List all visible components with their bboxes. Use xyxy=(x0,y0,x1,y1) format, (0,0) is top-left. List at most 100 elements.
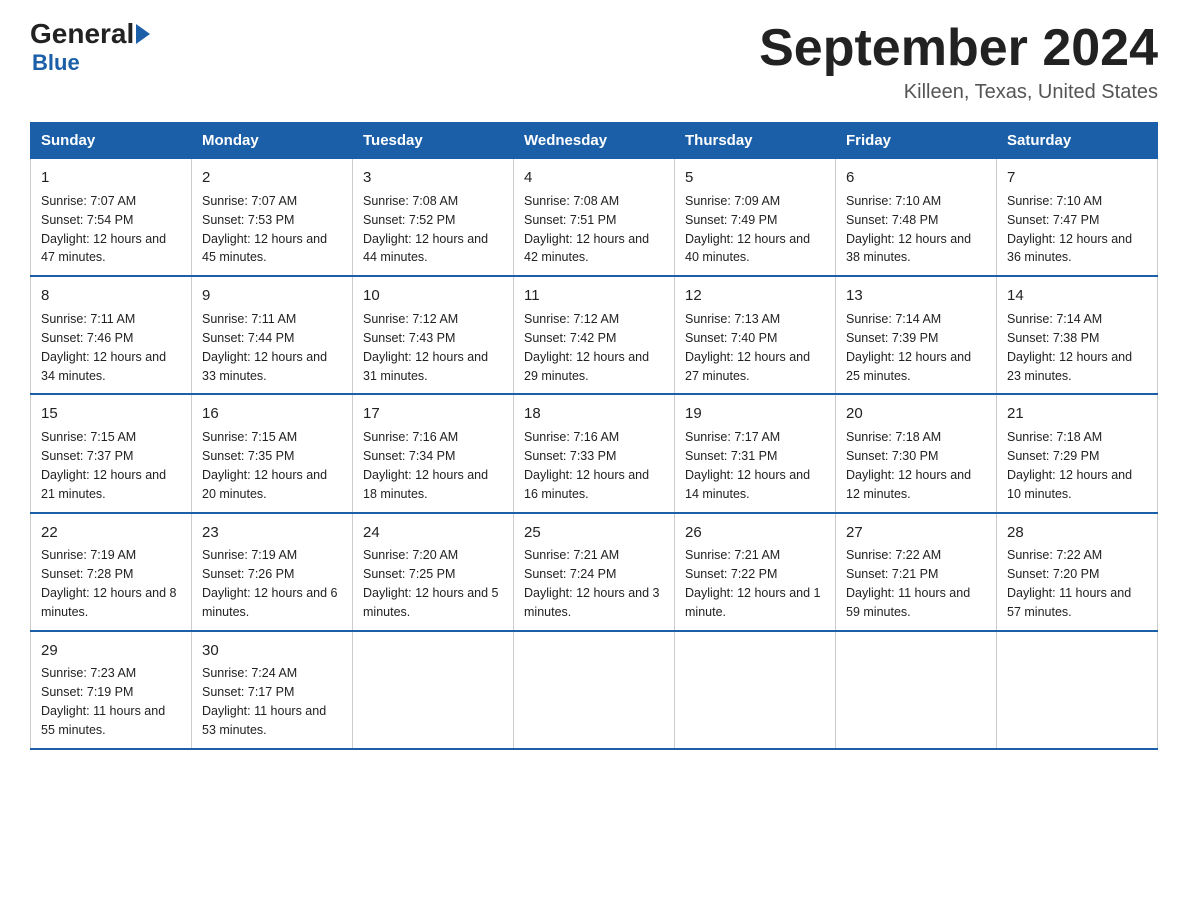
day-number: 22 xyxy=(41,522,181,544)
day-header-row: SundayMondayTuesdayWednesdayThursdayFrid… xyxy=(31,123,1158,159)
logo-blue: Blue xyxy=(32,50,80,76)
day-info: Sunrise: 7:19 AMSunset: 7:28 PMDaylight:… xyxy=(41,548,177,619)
calendar-cell: 20 Sunrise: 7:18 AMSunset: 7:30 PMDayligh… xyxy=(836,394,997,512)
calendar-cell: 18 Sunrise: 7:16 AMSunset: 7:33 PMDayligh… xyxy=(514,394,675,512)
calendar-title: September 2024 xyxy=(759,20,1158,77)
calendar-cell: 17 Sunrise: 7:16 AMSunset: 7:34 PMDayligh… xyxy=(353,394,514,512)
day-number: 29 xyxy=(41,640,181,662)
calendar-cell: 7 Sunrise: 7:10 AMSunset: 7:47 PMDaylight… xyxy=(997,159,1158,277)
day-number: 20 xyxy=(846,403,986,425)
day-number: 13 xyxy=(846,285,986,307)
calendar-cell xyxy=(836,631,997,749)
calendar-header: SundayMondayTuesdayWednesdayThursdayFrid… xyxy=(31,123,1158,159)
day-number: 15 xyxy=(41,403,181,425)
day-info: Sunrise: 7:14 AMSunset: 7:38 PMDaylight:… xyxy=(1007,312,1132,383)
calendar-week-row: 1Sunrise: 7:07 AMSunset: 7:54 PMDaylight… xyxy=(31,159,1158,277)
calendar-week-row: 15Sunrise: 7:15 AMSunset: 7:37 PMDayligh… xyxy=(31,394,1158,512)
calendar-location: Killeen, Texas, United States xyxy=(759,81,1158,104)
day-info: Sunrise: 7:08 AMSunset: 7:51 PMDaylight:… xyxy=(524,194,649,265)
calendar-cell: 11 Sunrise: 7:12 AMSunset: 7:42 PMDayligh… xyxy=(514,276,675,394)
day-info: Sunrise: 7:24 AMSunset: 7:17 PMDaylight:… xyxy=(202,666,326,737)
calendar-week-row: 22 Sunrise: 7:19 AMSunset: 7:28 PMDayligh… xyxy=(31,513,1158,631)
calendar-cell: 10Sunrise: 7:12 AMSunset: 7:43 PMDayligh… xyxy=(353,276,514,394)
calendar-cell: 2Sunrise: 7:07 AMSunset: 7:53 PMDaylight… xyxy=(192,159,353,277)
day-header-sunday: Sunday xyxy=(31,123,192,159)
calendar-cell: 23 Sunrise: 7:19 AMSunset: 7:26 PMDayligh… xyxy=(192,513,353,631)
calendar-body: 1Sunrise: 7:07 AMSunset: 7:54 PMDaylight… xyxy=(31,159,1158,749)
calendar-week-row: 8 Sunrise: 7:11 AMSunset: 7:46 PMDaylight… xyxy=(31,276,1158,394)
calendar-cell: 8 Sunrise: 7:11 AMSunset: 7:46 PMDaylight… xyxy=(31,276,192,394)
calendar-cell: 1Sunrise: 7:07 AMSunset: 7:54 PMDaylight… xyxy=(31,159,192,277)
day-info: Sunrise: 7:09 AMSunset: 7:49 PMDaylight:… xyxy=(685,194,810,265)
day-info: Sunrise: 7:10 AMSunset: 7:47 PMDaylight:… xyxy=(1007,194,1132,265)
calendar-cell: 24 Sunrise: 7:20 AMSunset: 7:25 PMDayligh… xyxy=(353,513,514,631)
calendar-cell: 27 Sunrise: 7:22 AMSunset: 7:21 PMDayligh… xyxy=(836,513,997,631)
day-number: 10 xyxy=(363,285,503,307)
calendar-table: SundayMondayTuesdayWednesdayThursdayFrid… xyxy=(30,122,1158,750)
day-number: 27 xyxy=(846,522,986,544)
calendar-cell: 6 Sunrise: 7:10 AMSunset: 7:48 PMDaylight… xyxy=(836,159,997,277)
day-number: 25 xyxy=(524,522,664,544)
day-info: Sunrise: 7:11 AMSunset: 7:46 PMDaylight:… xyxy=(41,312,166,383)
title-block: September 2024 Killeen, Texas, United St… xyxy=(759,20,1158,104)
day-number: 8 xyxy=(41,285,181,307)
day-number: 3 xyxy=(363,167,503,189)
calendar-cell: 25 Sunrise: 7:21 AMSunset: 7:24 PMDayligh… xyxy=(514,513,675,631)
day-info: Sunrise: 7:08 AMSunset: 7:52 PMDaylight:… xyxy=(363,194,488,265)
calendar-cell: 14 Sunrise: 7:14 AMSunset: 7:38 PMDayligh… xyxy=(997,276,1158,394)
day-info: Sunrise: 7:21 AMSunset: 7:24 PMDaylight:… xyxy=(524,548,660,619)
day-number: 24 xyxy=(363,522,503,544)
day-info: Sunrise: 7:18 AMSunset: 7:29 PMDaylight:… xyxy=(1007,430,1132,501)
day-number: 23 xyxy=(202,522,342,544)
day-info: Sunrise: 7:23 AMSunset: 7:19 PMDaylight:… xyxy=(41,666,165,737)
calendar-week-row: 29 Sunrise: 7:23 AMSunset: 7:19 PMDayligh… xyxy=(31,631,1158,749)
calendar-cell: 16Sunrise: 7:15 AMSunset: 7:35 PMDayligh… xyxy=(192,394,353,512)
day-info: Sunrise: 7:22 AMSunset: 7:21 PMDaylight:… xyxy=(846,548,970,619)
day-number: 7 xyxy=(1007,167,1147,189)
day-info: Sunrise: 7:21 AMSunset: 7:22 PMDaylight:… xyxy=(685,548,821,619)
day-header-tuesday: Tuesday xyxy=(353,123,514,159)
calendar-cell xyxy=(514,631,675,749)
day-info: Sunrise: 7:07 AMSunset: 7:54 PMDaylight:… xyxy=(41,194,166,265)
calendar-cell: 28Sunrise: 7:22 AMSunset: 7:20 PMDayligh… xyxy=(997,513,1158,631)
day-info: Sunrise: 7:10 AMSunset: 7:48 PMDaylight:… xyxy=(846,194,971,265)
day-number: 11 xyxy=(524,285,664,307)
calendar-cell: 26 Sunrise: 7:21 AMSunset: 7:22 PMDayligh… xyxy=(675,513,836,631)
day-header-thursday: Thursday xyxy=(675,123,836,159)
day-info: Sunrise: 7:16 AMSunset: 7:34 PMDaylight:… xyxy=(363,430,488,501)
day-info: Sunrise: 7:20 AMSunset: 7:25 PMDaylight:… xyxy=(363,548,499,619)
day-header-wednesday: Wednesday xyxy=(514,123,675,159)
calendar-cell: 12Sunrise: 7:13 AMSunset: 7:40 PMDayligh… xyxy=(675,276,836,394)
logo-general: General xyxy=(30,20,150,48)
day-header-saturday: Saturday xyxy=(997,123,1158,159)
day-info: Sunrise: 7:18 AMSunset: 7:30 PMDaylight:… xyxy=(846,430,971,501)
day-info: Sunrise: 7:14 AMSunset: 7:39 PMDaylight:… xyxy=(846,312,971,383)
day-number: 17 xyxy=(363,403,503,425)
day-info: Sunrise: 7:15 AMSunset: 7:35 PMDaylight:… xyxy=(202,430,327,501)
day-info: Sunrise: 7:16 AMSunset: 7:33 PMDaylight:… xyxy=(524,430,649,501)
day-number: 6 xyxy=(846,167,986,189)
day-number: 14 xyxy=(1007,285,1147,307)
calendar-cell xyxy=(675,631,836,749)
day-info: Sunrise: 7:07 AMSunset: 7:53 PMDaylight:… xyxy=(202,194,327,265)
calendar-cell: 15Sunrise: 7:15 AMSunset: 7:37 PMDayligh… xyxy=(31,394,192,512)
calendar-cell: 22 Sunrise: 7:19 AMSunset: 7:28 PMDayligh… xyxy=(31,513,192,631)
day-number: 9 xyxy=(202,285,342,307)
day-number: 21 xyxy=(1007,403,1147,425)
day-number: 26 xyxy=(685,522,825,544)
day-info: Sunrise: 7:19 AMSunset: 7:26 PMDaylight:… xyxy=(202,548,338,619)
calendar-cell xyxy=(353,631,514,749)
day-number: 28 xyxy=(1007,522,1147,544)
page-header: General Blue September 2024 Killeen, Tex… xyxy=(30,20,1158,104)
calendar-cell: 29 Sunrise: 7:23 AMSunset: 7:19 PMDayligh… xyxy=(31,631,192,749)
logo: General Blue xyxy=(30,20,150,76)
day-number: 12 xyxy=(685,285,825,307)
day-number: 19 xyxy=(685,403,825,425)
day-info: Sunrise: 7:11 AMSunset: 7:44 PMDaylight:… xyxy=(202,312,327,383)
logo-arrow-icon xyxy=(136,24,150,44)
calendar-cell: 19 Sunrise: 7:17 AMSunset: 7:31 PMDayligh… xyxy=(675,394,836,512)
day-number: 5 xyxy=(685,167,825,189)
day-info: Sunrise: 7:12 AMSunset: 7:42 PMDaylight:… xyxy=(524,312,649,383)
day-info: Sunrise: 7:17 AMSunset: 7:31 PMDaylight:… xyxy=(685,430,810,501)
day-number: 18 xyxy=(524,403,664,425)
